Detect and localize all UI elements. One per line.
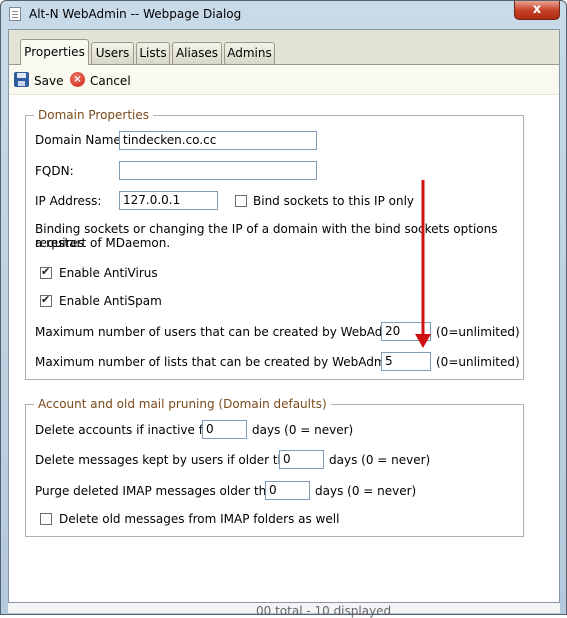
max-users-label: Maximum number of users that can be crea… xyxy=(35,325,410,339)
ip-address-label: IP Address: xyxy=(35,194,102,208)
close-button[interactable]: x xyxy=(514,1,560,20)
delete-imap-checkbox[interactable] xyxy=(40,513,52,525)
title-bar[interactable]: Alt-N WebAdmin -- Webpage Dialog x xyxy=(1,1,566,28)
antispam-checkbox[interactable] xyxy=(40,293,52,307)
inactive-label: Delete accounts if inactive for xyxy=(35,423,216,437)
ip-address-input[interactable]: 127.0.0.1 xyxy=(119,191,218,210)
delete-imap-label: Delete old messages from IMAP folders as… xyxy=(59,512,340,526)
purge-imap-days-input[interactable]: 0 xyxy=(265,481,310,500)
tab-properties[interactable]: Properties xyxy=(20,39,89,65)
old-messages-label: Delete messages kept by users if older t… xyxy=(35,453,301,467)
inactive-days-input[interactable]: 0 xyxy=(202,420,247,439)
domain-name-label: Domain Name: xyxy=(35,133,125,147)
inactive-hint: days (0 = never) xyxy=(252,423,354,437)
arrow-head xyxy=(415,334,431,348)
pruning-legend: Account and old mail pruning (Domain def… xyxy=(34,396,331,412)
tab-lists[interactable]: Lists xyxy=(136,42,170,64)
cancel-button[interactable]: Cancel xyxy=(90,73,131,89)
old-messages-days-input[interactable]: 0 xyxy=(279,450,324,469)
save-icon[interactable] xyxy=(14,72,29,87)
max-lists-label: Maximum number of lists that can be crea… xyxy=(35,355,401,369)
bind-sockets-checkbox[interactable] xyxy=(235,195,247,207)
antispam-label: Enable AntiSpam xyxy=(59,294,162,308)
tab-admins[interactable]: Admins xyxy=(224,42,275,64)
page-icon xyxy=(9,7,21,21)
close-icon: x xyxy=(532,2,542,17)
antivirus-label: Enable AntiVirus xyxy=(59,266,158,280)
fqdn-label: FQDN: xyxy=(35,164,74,178)
max-lists-input[interactable]: 5 xyxy=(381,352,431,371)
tab-bar: Properties Users Lists Aliases Admins Sa… xyxy=(9,30,559,95)
domain-properties-group: Domain Properties Domain Name: tindecken… xyxy=(25,107,524,380)
antivirus-checkbox[interactable] xyxy=(40,265,52,279)
old-messages-hint: days (0 = never) xyxy=(329,453,431,467)
window-title: Alt-N WebAdmin -- Webpage Dialog xyxy=(29,7,242,21)
dialog-content: Properties Users Lists Aliases Admins Sa… xyxy=(8,29,560,603)
annotation-arrow xyxy=(415,180,431,348)
tab-aliases[interactable]: Aliases xyxy=(172,42,222,64)
tab-users[interactable]: Users xyxy=(91,42,134,64)
purge-imap-label: Purge deleted IMAP messages older than xyxy=(35,484,282,498)
background-page-text: 00 total - 10 displayed xyxy=(256,604,392,618)
max-users-hint: (0=unlimited) xyxy=(436,325,520,339)
bind-sockets-label: Bind sockets to this IP only xyxy=(253,194,415,208)
domain-name-input[interactable]: tindecken.co.cc xyxy=(119,131,317,150)
domain-properties-legend: Domain Properties xyxy=(34,107,154,123)
save-button[interactable]: Save xyxy=(34,73,63,89)
max-lists-hint: (0=unlimited) xyxy=(436,355,520,369)
toolbar: Save × Cancel xyxy=(9,65,559,94)
pruning-group: Account and old mail pruning (Domain def… xyxy=(25,396,524,537)
bind-note-line2: a restart of MDaemon. xyxy=(35,236,171,250)
purge-imap-hint: days (0 = never) xyxy=(315,484,417,498)
dialog-window: Alt-N WebAdmin -- Webpage Dialog x Prope… xyxy=(0,0,567,618)
cancel-icon[interactable]: × xyxy=(70,72,85,87)
fqdn-input[interactable] xyxy=(119,161,317,180)
